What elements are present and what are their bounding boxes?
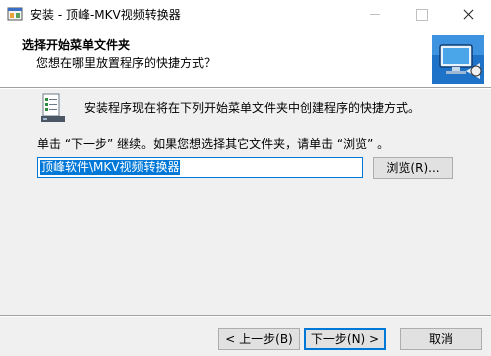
browse-button[interactable]: 浏览(R)... — [373, 157, 453, 179]
wizard-header: 选择开始菜单文件夹 您想在哪里放置程序的快捷方式？ — [0, 29, 491, 88]
instruction-text: 单击 “下一步” 继续。如果您想选择其它文件夹，请单击 “浏览” 。 — [37, 137, 390, 151]
footer-divider-highlight — [0, 316, 491, 317]
page-subtitle: 您想在哪里放置程序的快捷方式？ — [36, 56, 217, 70]
window-title: 安装 - 顶峰-MKV视频转换器 — [30, 8, 181, 22]
back-button[interactable]: < 上一步(B) — [218, 328, 300, 350]
info-text: 安装程序现在将在下列开始菜单文件夹中创建程序的快捷方式。 — [84, 101, 421, 115]
cancel-button[interactable]: 取消 — [400, 328, 482, 350]
content-area: 安装程序现在将在下列开始菜单文件夹中创建程序的快捷方式。 单击 “下一步” 继续… — [0, 89, 491, 356]
installer-icon — [7, 7, 23, 21]
maximize-icon[interactable] — [398, 0, 444, 29]
title-bar: 安装 - 顶峰-MKV视频转换器 — [0, 0, 491, 29]
computer-install-icon — [432, 35, 484, 84]
start-menu-folder-icon — [41, 93, 65, 122]
next-button[interactable]: 下一步(N) > — [304, 328, 386, 350]
minimize-icon[interactable] — [352, 0, 398, 29]
close-icon[interactable] — [444, 0, 491, 29]
folder-value: 顶峰软件\MKV视频转换器 — [40, 160, 181, 175]
start-menu-folder-field[interactable]: 顶峰软件\MKV视频转换器 — [37, 157, 363, 178]
page-title: 选择开始菜单文件夹 — [22, 38, 131, 52]
